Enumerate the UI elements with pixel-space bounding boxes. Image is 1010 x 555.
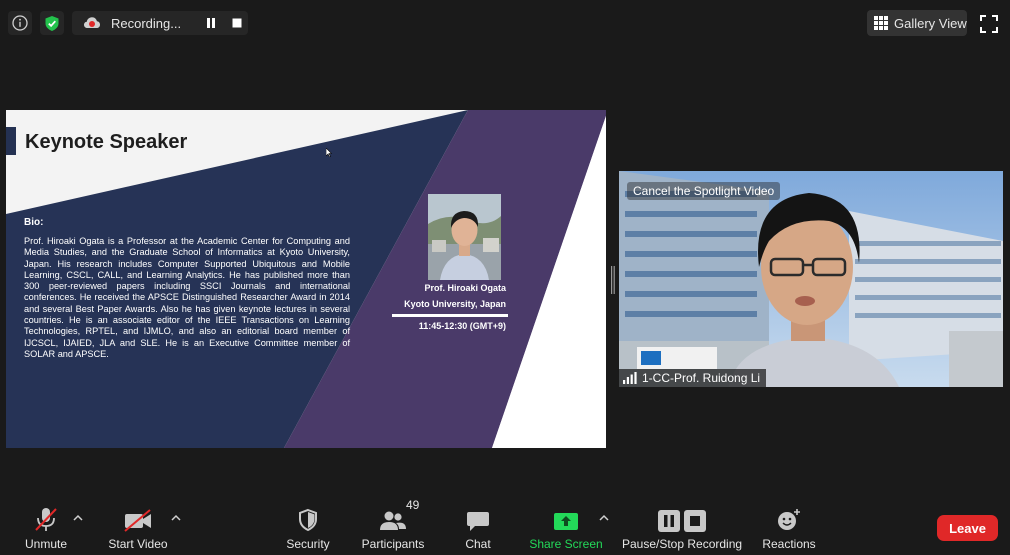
- shared-screen-slide: Keynote Speaker Bio: Prof. Hiroaki Ogata…: [6, 110, 606, 448]
- grid-icon: [874, 16, 888, 30]
- slide-title: Keynote Speaker: [25, 131, 188, 153]
- stop-recording-icon[interactable]: [232, 18, 242, 28]
- pause-icon: [658, 510, 680, 532]
- pause-recording-icon[interactable]: [206, 18, 216, 28]
- participant-name-tag: 1-CC-Prof. Ruidong Li: [619, 369, 767, 387]
- share-screen-arrow-up-icon: [554, 513, 578, 530]
- chat-button[interactable]: Chat: [458, 504, 498, 552]
- split-resize-handle[interactable]: [611, 266, 615, 294]
- info-icon: [12, 15, 28, 31]
- shield-check-icon: [45, 15, 59, 31]
- stop-icon: [684, 510, 706, 532]
- start-video-button[interactable]: Start Video: [106, 504, 170, 552]
- participant-name: 1-CC-Prof. Ruidong Li: [642, 371, 761, 385]
- pause-stop-recording-label: Pause/Stop Recording: [621, 537, 743, 551]
- bio-text: Prof. Hiroaki Ogata is a Professor at th…: [24, 236, 350, 359]
- participants-icon: [380, 511, 406, 530]
- video-options-chevron-up-icon[interactable]: [171, 514, 181, 522]
- speaker-name: Prof. Hiroaki Ogata: [424, 283, 506, 293]
- fullscreen-icon[interactable]: [980, 15, 998, 33]
- reactions-label: Reactions: [762, 537, 816, 551]
- speaker-affiliation: Kyoto University, Japan: [404, 299, 506, 309]
- unmute-button[interactable]: Unmute: [20, 504, 72, 552]
- participant-video-frame: [619, 171, 1003, 387]
- mouse-cursor-icon: [326, 148, 332, 157]
- spotlight-video-tile[interactable]: Cancel the Spotlight Video 1-CC-Prof. Ru…: [619, 171, 1003, 387]
- info-button[interactable]: [8, 11, 32, 35]
- security-label: Security: [286, 537, 330, 551]
- audio-options-chevron-up-icon[interactable]: [73, 514, 83, 522]
- speaker-photo: [428, 194, 501, 280]
- time-divider: [392, 314, 508, 317]
- cancel-spotlight-button[interactable]: Cancel the Spotlight Video: [627, 182, 781, 200]
- share-options-chevron-up-icon[interactable]: [599, 514, 609, 522]
- gallery-view-button[interactable]: Gallery View: [867, 10, 967, 36]
- gallery-view-label: Gallery View: [894, 15, 967, 31]
- unmute-label: Unmute: [24, 537, 68, 551]
- video-camera-off-icon: [124, 509, 151, 532]
- pause-stop-recording-button[interactable]: Pause/Stop Recording: [622, 504, 742, 552]
- title-accent-bar: [6, 127, 16, 155]
- session-time: 11:45-12:30 (GMT+9): [418, 321, 506, 331]
- participants-button[interactable]: 49 Participants: [358, 498, 428, 552]
- chat-bubble-icon: [467, 512, 489, 531]
- recording-indicator: Recording...: [72, 11, 248, 35]
- share-screen-label: Share Screen: [529, 537, 603, 551]
- leave-meeting-button[interactable]: Leave: [937, 515, 998, 541]
- reactions-button[interactable]: Reactions: [760, 504, 818, 552]
- share-screen-button[interactable]: Share Screen: [529, 504, 603, 552]
- reactions-smiley-icon: [778, 509, 800, 530]
- signal-strength-icon: [623, 372, 637, 384]
- cloud-record-icon: [84, 17, 100, 28]
- chat-label: Chat: [465, 537, 491, 551]
- start-video-label: Start Video: [108, 537, 168, 551]
- recording-status-text: Recording...: [111, 15, 182, 31]
- participants-label: Participants: [361, 537, 425, 551]
- microphone-muted-icon: [35, 508, 57, 531]
- shield-icon: [299, 508, 317, 532]
- bio-label: Bio:: [24, 217, 44, 228]
- security-button[interactable]: Security: [282, 504, 334, 552]
- meeting-security-button[interactable]: [40, 11, 64, 35]
- participants-count: 49: [406, 498, 420, 512]
